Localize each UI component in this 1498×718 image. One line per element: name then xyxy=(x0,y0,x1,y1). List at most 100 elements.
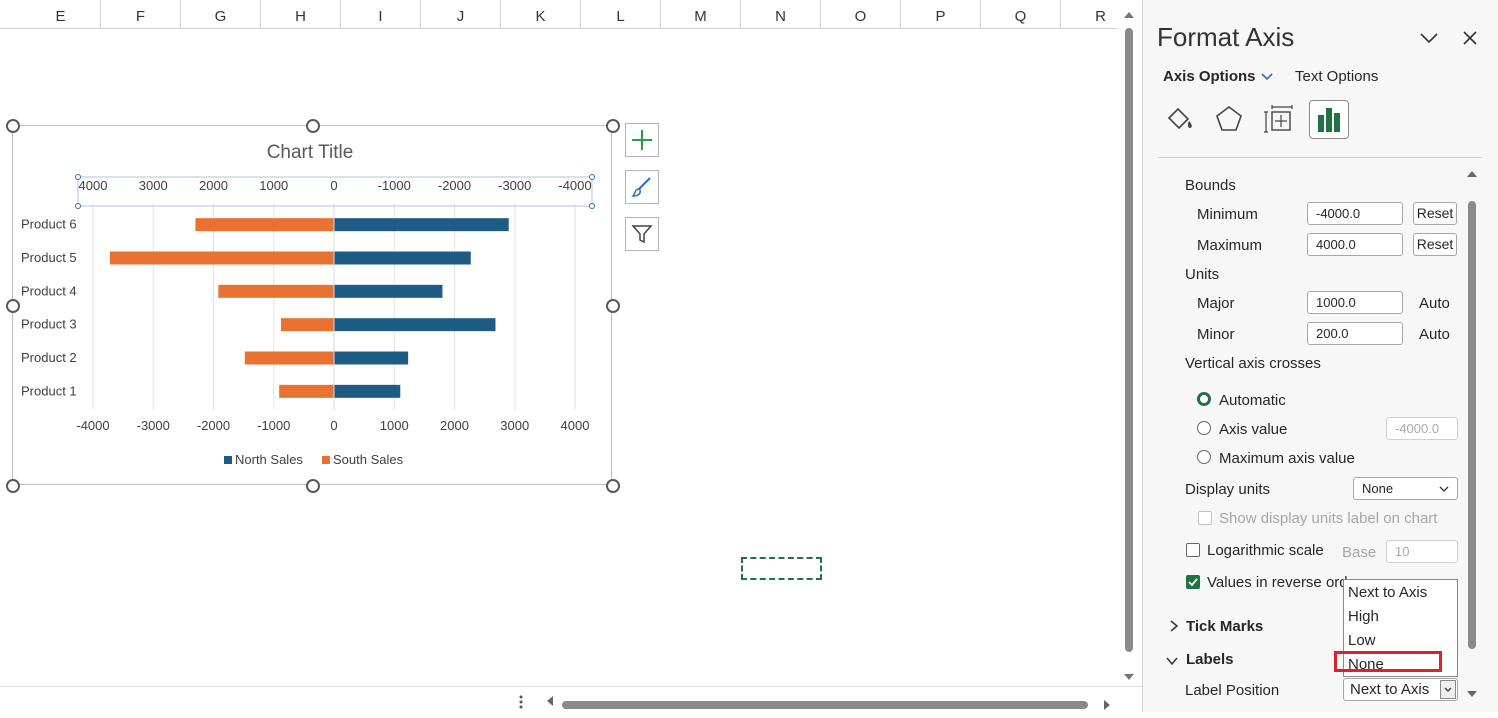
chart-filters-button[interactable] xyxy=(625,217,659,251)
chart-area[interactable]: Chart Title 4000 3000 2000 1000 0 -1000 -2000 -3… xyxy=(12,125,612,485)
top-axis-tick-label: 3000 xyxy=(139,178,168,193)
sheet-horizontal-scrollbar[interactable] xyxy=(0,686,1142,713)
label-position-dropdown-button[interactable] xyxy=(1440,680,1456,699)
axis-value-label[interactable]: Axis value xyxy=(1219,421,1287,438)
axis-value-input[interactable]: -4000.0 xyxy=(1386,417,1458,440)
close-icon xyxy=(1463,31,1477,45)
minimum-input[interactable]: -4000.0 xyxy=(1307,202,1403,225)
top-axis-tick-label: -1000 xyxy=(378,178,411,193)
column-header-i[interactable]: I xyxy=(341,0,421,28)
axis-value-radio[interactable] xyxy=(1197,421,1211,435)
bar-south-sales xyxy=(280,318,334,332)
bar-north-sales xyxy=(334,351,409,365)
column-header-k[interactable]: K xyxy=(501,0,581,28)
column-header-p[interactable]: P xyxy=(901,0,981,28)
axis-options-tab[interactable] xyxy=(1309,100,1349,139)
column-header-h[interactable]: H xyxy=(261,0,341,28)
chart-styles-button[interactable] xyxy=(625,170,659,204)
column-header-e[interactable]: E xyxy=(21,0,101,28)
minimum-reset-button[interactable]: Reset xyxy=(1413,202,1457,225)
column-header-q[interactable]: Q xyxy=(981,0,1061,28)
size-properties-icon xyxy=(1264,105,1293,133)
maximum-reset-button[interactable]: Reset xyxy=(1413,233,1457,256)
base-label: Base xyxy=(1342,544,1377,561)
resize-handle-tr[interactable] xyxy=(606,119,620,133)
bounds-label: Bounds xyxy=(1185,177,1236,194)
dropdown-option-high[interactable]: High xyxy=(1348,608,1379,625)
minor-label: Minor xyxy=(1197,326,1235,343)
legend-label: South Sales xyxy=(333,452,404,467)
column-header-f[interactable]: F xyxy=(101,0,181,28)
display-units-value: None xyxy=(1362,481,1394,496)
top-axis-tick-label: 0 xyxy=(330,178,337,193)
x-tick-label: 1000 xyxy=(380,418,409,433)
bar-south-sales xyxy=(244,351,334,365)
automatic-label[interactable]: Automatic xyxy=(1219,392,1286,409)
pane-scrollbar[interactable] xyxy=(1464,165,1480,705)
column-header-j[interactable]: J xyxy=(421,0,501,28)
bar-chart-icon xyxy=(1318,108,1340,132)
tick-marks-label[interactable]: Tick Marks xyxy=(1186,618,1263,635)
column-header-n[interactable]: N xyxy=(741,0,821,28)
hscroll-svg xyxy=(519,695,1110,710)
display-units-select[interactable]: None xyxy=(1353,477,1458,500)
tab-axis-options[interactable]: Axis Options xyxy=(1163,68,1256,85)
chevron-down-icon xyxy=(1261,73,1273,81)
chevron-down-icon xyxy=(1166,657,1178,666)
minor-input[interactable]: 200.0 xyxy=(1307,322,1403,345)
tab-divider xyxy=(1158,157,1482,158)
resize-handle-t[interactable] xyxy=(306,119,320,133)
chevron-right-icon xyxy=(1170,620,1179,632)
resize-handle-br[interactable] xyxy=(606,479,620,493)
major-input[interactable]: 1000.0 xyxy=(1307,291,1403,314)
labels-label[interactable]: Labels xyxy=(1186,651,1234,668)
labels-expander[interactable] xyxy=(1165,654,1179,672)
maximum-input[interactable]: 4000.0 xyxy=(1307,233,1403,256)
max-axis-value-label[interactable]: Maximum axis value xyxy=(1219,450,1355,467)
pane-options-button[interactable] xyxy=(1418,28,1440,53)
size-properties-tab[interactable] xyxy=(1262,102,1296,136)
bar-south-sales xyxy=(279,384,334,398)
log-scale-checkbox[interactable] xyxy=(1186,543,1200,557)
minimum-label: Minimum xyxy=(1197,206,1258,223)
max-axis-value-radio[interactable] xyxy=(1197,450,1211,464)
fill-line-tab[interactable] xyxy=(1163,102,1197,136)
chevron-down-icon xyxy=(1444,687,1452,692)
minor-auto-label[interactable]: Auto xyxy=(1419,326,1450,343)
tick-marks-expander[interactable] xyxy=(1168,619,1180,638)
top-axis-tick-label: 2000 xyxy=(199,178,228,193)
column-header-l[interactable]: L xyxy=(581,0,661,28)
effects-tab[interactable] xyxy=(1212,102,1246,136)
pane-close-button[interactable] xyxy=(1460,28,1480,53)
dropdown-option-low[interactable]: Low xyxy=(1348,632,1376,649)
log-scale-label[interactable]: Logarithmic scale xyxy=(1207,542,1324,559)
chart-title: Chart Title xyxy=(267,142,354,163)
chart-svg: Chart Title 4000 3000 2000 1000 0 -1000 -2000 -3… xyxy=(21,142,595,467)
base-input[interactable]: 10 xyxy=(1386,540,1458,563)
column-header-m[interactable]: M xyxy=(661,0,741,28)
pane-title: Format Axis xyxy=(1157,22,1295,52)
reverse-order-checkbox[interactable] xyxy=(1186,575,1200,589)
top-axis-tick-label: 4000 xyxy=(79,178,108,193)
tab-text-options[interactable]: Text Options xyxy=(1295,68,1378,85)
automatic-radio[interactable] xyxy=(1197,392,1211,406)
resize-handle-l[interactable] xyxy=(6,299,20,313)
chart-elements-button[interactable] xyxy=(625,123,659,157)
pentagon-icon xyxy=(1216,106,1242,131)
sheet-vertical-scrollbar[interactable] xyxy=(1117,0,1141,686)
column-header-g[interactable]: G xyxy=(181,0,261,28)
resize-handle-bl[interactable] xyxy=(6,479,20,493)
show-units-checkbox[interactable] xyxy=(1198,511,1212,525)
major-auto-label[interactable]: Auto xyxy=(1419,295,1450,312)
dropdown-option-next-to-axis[interactable]: Next to Axis xyxy=(1348,584,1427,601)
resize-handle-b[interactable] xyxy=(306,479,320,493)
bar-south-sales xyxy=(195,218,334,232)
resize-handle-r[interactable] xyxy=(606,299,620,313)
bar-south-sales xyxy=(109,251,335,265)
x-tick-label: -4000 xyxy=(76,418,109,433)
resize-handle-tl[interactable] xyxy=(6,119,20,133)
label-position-select[interactable]: Next to Axis xyxy=(1343,678,1458,701)
column-header-o[interactable]: O xyxy=(821,0,901,28)
reverse-order-label[interactable]: Values in reverse ord xyxy=(1207,574,1348,591)
axis-options-chevron[interactable] xyxy=(1259,70,1275,89)
